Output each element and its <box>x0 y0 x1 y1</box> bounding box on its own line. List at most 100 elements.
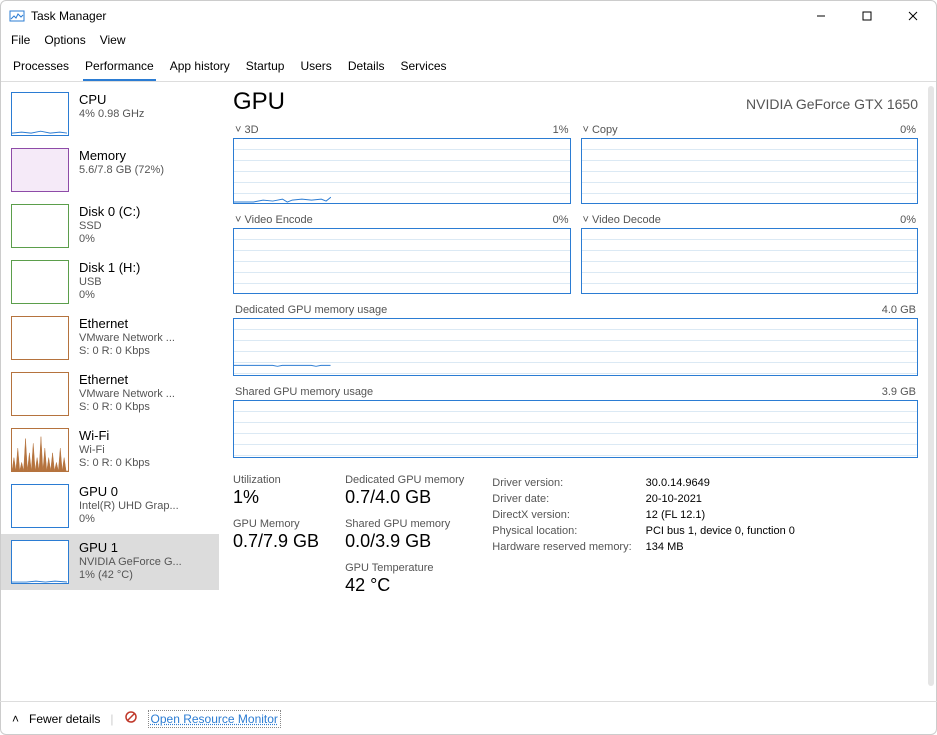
sidebar-item-wifi[interactable]: Wi-Fi Wi-Fi S: 0 R: 0 Kbps <box>1 422 219 478</box>
stat-value-dedicated: 0.7/4.0 GB <box>345 487 464 508</box>
tab-processes[interactable]: Processes <box>11 55 71 81</box>
ethernet-thumb-icon <box>11 372 69 416</box>
sidebar-item-label: Disk 0 (C:) <box>79 204 140 219</box>
disk-thumb-icon <box>11 204 69 248</box>
gpu-thumb-icon <box>11 484 69 528</box>
table-row: Hardware reserved memory:134 MB <box>492 540 807 554</box>
info-key: Physical location: <box>492 524 643 538</box>
close-button[interactable] <box>890 1 936 31</box>
chevron-up-icon: ˄ <box>12 712 19 726</box>
stat-value-gpu-memory: 0.7/7.9 GB <box>233 531 319 552</box>
table-row: DirectX version:12 (FL 12.1) <box>492 508 807 522</box>
sidebar-item-label: GPU 1 <box>79 540 182 555</box>
tab-services[interactable]: Services <box>399 55 449 81</box>
sidebar: CPU 4% 0.98 GHz Memory 5.6/7.8 GB (72%) … <box>1 82 219 703</box>
tab-startup[interactable]: Startup <box>244 55 287 81</box>
graph-label-shared: Shared GPU memory usage <box>235 386 373 398</box>
stat-value-shared: 0.0/3.9 GB <box>345 531 464 552</box>
sidebar-item-ethernet0[interactable]: Ethernet VMware Network ... S: 0 R: 0 Kb… <box>1 310 219 366</box>
stat-value-utilization: 1% <box>233 487 319 508</box>
sidebar-item-sub: NVIDIA GeForce G... <box>79 556 182 568</box>
sidebar-item-sub: 4% 0.98 GHz <box>79 108 144 120</box>
sidebar-item-cpu[interactable]: CPU 4% 0.98 GHz <box>1 86 219 142</box>
graph-copy <box>581 138 919 204</box>
info-key: Driver version: <box>492 476 643 490</box>
sidebar-item-disk1[interactable]: Disk 1 (H:) USB 0% <box>1 254 219 310</box>
menu-options[interactable]: Options <box>44 33 85 47</box>
window-title: Task Manager <box>31 9 106 23</box>
tab-performance[interactable]: Performance <box>83 55 156 81</box>
graph-selector-copy[interactable]: Copy <box>583 124 618 136</box>
sidebar-item-sub2: 1% (42 °C) <box>79 569 182 581</box>
sidebar-item-sub: SSD <box>79 220 140 232</box>
titlebar: Task Manager <box>1 1 936 31</box>
menu-file[interactable]: File <box>11 33 30 47</box>
info-key: Hardware reserved memory: <box>492 540 643 554</box>
sidebar-item-gpu1[interactable]: GPU 1 NVIDIA GeForce G... 1% (42 °C) <box>1 534 219 590</box>
graph-value-video-encode: 0% <box>553 214 569 226</box>
resource-monitor-icon <box>124 710 138 727</box>
sidebar-item-label: Disk 1 (H:) <box>79 260 140 275</box>
vertical-scrollbar[interactable] <box>928 86 934 686</box>
graph-value-video-decode: 0% <box>900 214 916 226</box>
ethernet-thumb-icon <box>11 316 69 360</box>
fewer-details-button[interactable]: Fewer details <box>29 712 100 726</box>
graph-max-shared: 3.9 GB <box>882 386 916 398</box>
sidebar-item-sub2: S: 0 R: 0 Kbps <box>79 345 175 357</box>
tab-app-history[interactable]: App history <box>168 55 232 81</box>
graph-3d <box>233 138 571 204</box>
sidebar-item-sub: VMware Network ... <box>79 332 175 344</box>
graph-selector-video-encode[interactable]: Video Encode <box>235 214 313 226</box>
sidebar-item-sub2: 0% <box>79 233 140 245</box>
sidebar-item-sub: VMware Network ... <box>79 388 175 400</box>
tab-details[interactable]: Details <box>346 55 387 81</box>
info-value: 12 (FL 12.1) <box>646 508 807 522</box>
stat-label-gpu-memory: GPU Memory <box>233 518 319 530</box>
sidebar-item-label: GPU 0 <box>79 484 179 499</box>
info-value: 20-10-2021 <box>646 492 807 506</box>
graph-video-encode <box>233 228 571 294</box>
sidebar-item-sub2: S: 0 R: 0 Kbps <box>79 457 150 469</box>
cpu-thumb-icon <box>11 92 69 136</box>
gpu-info-table: Driver version:30.0.14.9649 Driver date:… <box>490 474 809 556</box>
stat-value-temp: 42 °C <box>345 575 464 596</box>
info-value: 134 MB <box>646 540 807 554</box>
info-key: DirectX version: <box>492 508 643 522</box>
menu-view[interactable]: View <box>100 33 126 47</box>
table-row: Driver version:30.0.14.9649 <box>492 476 807 490</box>
minimize-button[interactable] <box>798 1 844 31</box>
graph-label-dedicated: Dedicated GPU memory usage <box>235 304 387 316</box>
table-row: Driver date:20-10-2021 <box>492 492 807 506</box>
gpu-thumb-icon <box>11 540 69 584</box>
content: CPU 4% 0.98 GHz Memory 5.6/7.8 GB (72%) … <box>1 82 936 703</box>
sidebar-item-gpu0[interactable]: GPU 0 Intel(R) UHD Grap... 0% <box>1 478 219 534</box>
graph-selector-video-decode[interactable]: Video Decode <box>583 214 661 226</box>
sidebar-item-memory[interactable]: Memory 5.6/7.8 GB (72%) <box>1 142 219 198</box>
info-value: 30.0.14.9649 <box>646 476 807 490</box>
sidebar-item-sub: 5.6/7.8 GB (72%) <box>79 164 164 176</box>
stat-label-dedicated: Dedicated GPU memory <box>345 474 464 486</box>
graph-value-copy: 0% <box>900 124 916 136</box>
sidebar-item-sub2: 0% <box>79 513 179 525</box>
sidebar-item-disk0[interactable]: Disk 0 (C:) SSD 0% <box>1 198 219 254</box>
table-row: Physical location:PCI bus 1, device 0, f… <box>492 524 807 538</box>
graph-video-decode <box>581 228 919 294</box>
maximize-button[interactable] <box>844 1 890 31</box>
graph-max-dedicated: 4.0 GB <box>882 304 916 316</box>
sidebar-item-label: Ethernet <box>79 316 175 331</box>
sidebar-item-sub: USB <box>79 276 140 288</box>
sidebar-item-sub2: S: 0 R: 0 Kbps <box>79 401 175 413</box>
sidebar-item-label: Wi-Fi <box>79 428 150 443</box>
graph-selector-3d[interactable]: 3D <box>235 124 259 136</box>
stat-label-temp: GPU Temperature <box>345 562 464 574</box>
memory-thumb-icon <box>11 148 69 192</box>
sidebar-item-ethernet1[interactable]: Ethernet VMware Network ... S: 0 R: 0 Kb… <box>1 366 219 422</box>
info-key: Driver date: <box>492 492 643 506</box>
app-icon <box>9 8 25 24</box>
tab-users[interactable]: Users <box>298 55 333 81</box>
sidebar-item-label: CPU <box>79 92 144 107</box>
page-title: GPU <box>233 88 285 116</box>
wifi-thumb-icon <box>11 428 69 472</box>
open-resource-monitor-link[interactable]: Open Resource Monitor <box>148 710 281 728</box>
info-value: PCI bus 1, device 0, function 0 <box>646 524 807 538</box>
